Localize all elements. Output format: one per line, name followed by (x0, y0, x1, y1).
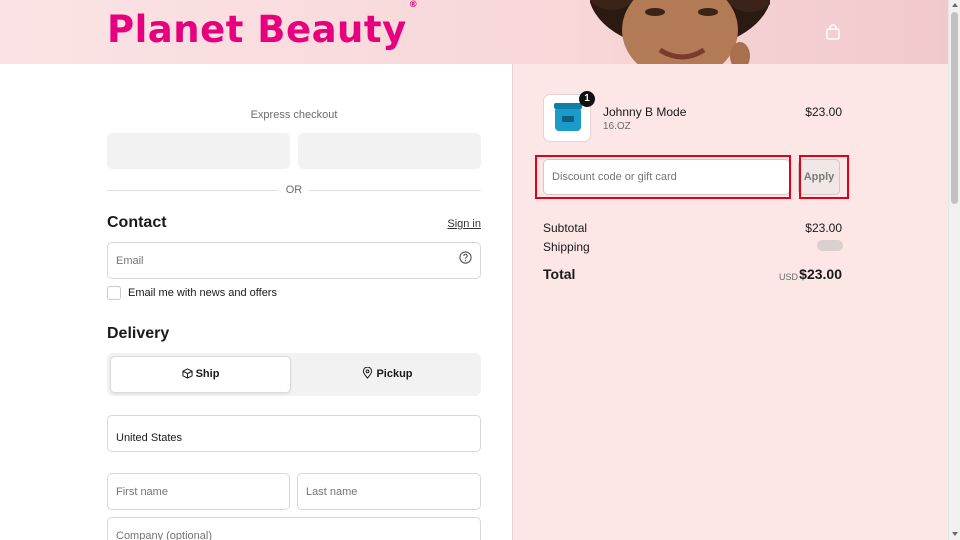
last-name-field[interactable] (297, 473, 481, 510)
order-summary-panel: 1 Johnny B Mode 16.OZ $23.00 Apply Subto… (512, 64, 948, 540)
country-select[interactable]: United States (107, 415, 481, 452)
ship-option-label: Ship (195, 368, 220, 380)
box-icon (181, 368, 193, 379)
total-label: Total (543, 266, 576, 282)
or-divider-text: OR (285, 184, 303, 196)
divider-right (309, 190, 481, 191)
marketing-opt-in-checkbox[interactable] (107, 286, 121, 300)
express-pay-button-1[interactable] (107, 133, 290, 169)
express-checkout-label: Express checkout (250, 109, 338, 121)
contact-heading: Contact (107, 214, 167, 231)
marketing-opt-in-label: Email me with news and offers (128, 287, 277, 299)
quantity-badge: 1 (579, 91, 595, 107)
email-field[interactable] (107, 242, 481, 279)
shipping-loading-placeholder (817, 240, 843, 251)
shipping-label: Shipping (543, 240, 590, 254)
scrollbar-thumb[interactable] (951, 12, 958, 204)
company-field[interactable] (107, 517, 481, 540)
subtotal-value: $23.00 (805, 221, 842, 235)
product-variant: 16.OZ (603, 121, 631, 132)
total-currency: USD (779, 272, 799, 282)
ship-option[interactable]: Ship (110, 356, 291, 393)
subtotal-label: Subtotal (543, 221, 588, 235)
registered-mark: ® (408, 0, 419, 10)
scroll-up-arrow-icon[interactable] (952, 3, 958, 7)
delivery-method-toggle: Ship Pickup (107, 353, 481, 396)
divider-left (107, 190, 279, 191)
first-name-field[interactable] (107, 473, 290, 510)
product-jar-image (554, 103, 582, 131)
sign-in-link[interactable]: Sign in (430, 218, 481, 230)
scroll-down-arrow-icon[interactable] (952, 532, 958, 536)
page-scrollbar[interactable] (948, 0, 960, 540)
total-value: $23.00 (799, 266, 842, 282)
location-pin-icon (363, 366, 373, 379)
question-circle-icon[interactable] (459, 251, 472, 264)
delivery-heading: Delivery (107, 325, 170, 342)
brand-logo-text: Planet Beauty (107, 8, 407, 51)
pickup-option-label: Pickup (376, 368, 413, 380)
pickup-option[interactable]: Pickup (297, 356, 478, 393)
site-header: Planet Beauty® (0, 0, 948, 64)
apply-button-highlight (799, 155, 849, 199)
model-portrait-image (590, 0, 770, 64)
discount-input-highlight (535, 155, 791, 199)
product-price: $23.00 (805, 105, 842, 119)
shopping-bag-icon[interactable] (826, 24, 840, 40)
product-name: Johnny B Mode (603, 105, 687, 119)
express-pay-button-2[interactable] (298, 133, 481, 169)
brand-logo[interactable]: Planet Beauty® (107, 0, 418, 51)
